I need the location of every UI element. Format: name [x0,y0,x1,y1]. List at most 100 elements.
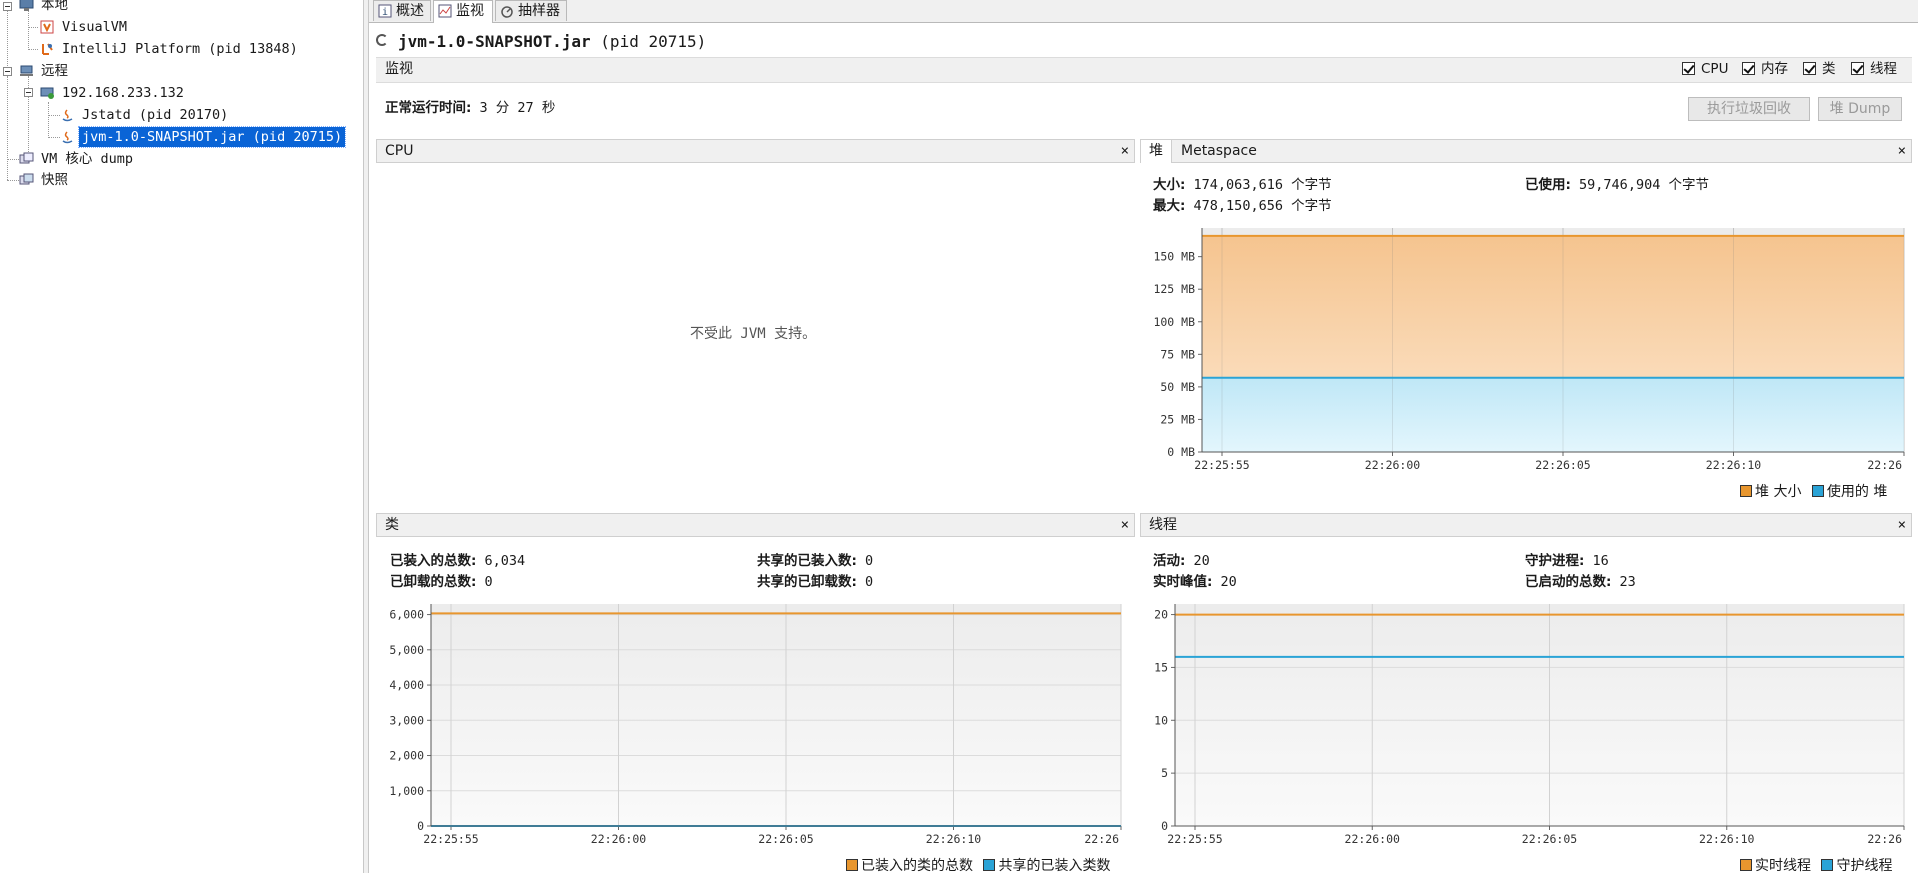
coredump-icon [19,152,34,164]
app-name: jvm-1.0-SNAPSHOT.jar [398,32,591,51]
tab-overview[interactable]: i 概述 [373,0,431,21]
svg-text:i: i [382,7,388,18]
tree-node-label: 192.168.233.132 [62,85,184,101]
tree-node-label: Jstatd (pid 20170) [82,107,229,123]
stat-value: 0 [865,553,874,569]
y-tick-label: 150 MB [1153,250,1195,264]
close-icon[interactable]: × [1121,514,1129,536]
y-tick-label: 2,000 [389,749,424,763]
classes-legend: 已装入的类的总数 共享的已装入类数 [840,857,1110,875]
stat-label: 守护进程: [1525,553,1585,569]
x-tick-label: 22:26:05 [758,832,813,846]
heap-max: 最大: 478,150,656 个字节 [1153,196,1332,216]
checkbox-cpu[interactable]: CPU [1682,61,1728,77]
tree-node-label: VM 核心 dump [41,151,134,167]
classes-chart: 0 1,000 2,000 3,000 4,000 5,000 6,000 22:25:55 2… [389,604,1122,846]
application-tree[interactable]: 本地 VisualVM IntelliJ Platform (pid 13848… [0,0,364,873]
collapse-icon[interactable] [24,88,33,97]
x-tick-label: 22:26 [1867,832,1902,846]
stat-label: 共享的已卸载数: [757,574,857,590]
tab-sampler[interactable]: 抽样器 [495,0,567,21]
java-icon [62,109,73,122]
checkbox-threads[interactable]: 线程 [1851,61,1897,77]
tree-node-label: jvm-1.0-SNAPSHOT.jar (pid 20715) [77,126,347,148]
checkbox-memory[interactable]: 内存 [1742,61,1788,77]
stat-label: 大小: [1153,177,1186,193]
stat-value: 16 [1592,553,1609,569]
y-tick-label: 4,000 [389,678,424,692]
check-icon [1851,62,1864,75]
tab-heap[interactable]: 堆 [1141,140,1172,163]
tab-metaspace[interactable]: Metaspace [1173,140,1265,163]
network-icon [20,65,33,76]
stat-label: 已装入的总数: [390,553,477,569]
checkbox-label: CPU [1701,61,1729,77]
heap-dump-button[interactable]: 堆 Dump [1818,97,1902,121]
plot-area [1175,604,1904,826]
stat-value: 23 [1619,574,1636,590]
heap-used: 已使用: 59,746,904 个字节 [1525,175,1709,195]
uptime-value: 3 分 27 秒 [479,100,556,116]
stat-label: 活动: [1153,553,1186,569]
perform-gc-button[interactable]: 执行垃圾回收 [1688,97,1810,121]
view-tabs [369,0,1918,23]
overview-icon: i [378,4,392,18]
x-tick-label: 22:26:05 [1535,458,1590,472]
stat-value: 174,063,616 个字节 [1193,177,1332,193]
stat-value: 20 [1193,553,1210,569]
panel-title: CPU [385,143,414,159]
uptime: 正常运行时间: 3 分 27 秒 [385,98,555,118]
classes-loaded: 已装入的总数: 6,034 [390,551,525,571]
stat-value: 6,034 [484,553,526,569]
tree-line [28,27,38,28]
series-area [1202,377,1904,452]
checkbox-classes[interactable]: 类 [1803,61,1836,77]
collapse-icon[interactable] [3,67,12,76]
stat-value: 20 [1220,574,1237,590]
tree-node-label: IntelliJ Platform (pid 13848) [62,41,298,57]
tree-line [7,10,8,72]
y-tick-label: 50 MB [1160,380,1195,394]
stat-label: 实时峰值: [1153,574,1213,590]
legend-swatch [846,859,858,871]
check-icon [1803,62,1816,75]
tree-node-label: 本地 [41,0,68,13]
tab-monitor[interactable]: 监视 [433,0,493,23]
classes-panel-header: 类 × [376,513,1135,537]
x-tick-label: 22:26 [1867,458,1902,472]
y-tick-label: 1,000 [389,784,424,798]
java-icon [62,131,73,144]
heap-panel-header: 堆 Metaspace × [1140,139,1912,163]
app-pid: (pid 20715) [600,32,707,51]
x-tick-label: 22:26:05 [1522,832,1577,846]
plot-area [431,604,1121,826]
stat-value: 59,746,904 个字节 [1579,177,1709,193]
y-tick-label: 10 [1154,713,1168,727]
check-icon [1682,62,1695,75]
stat-label: 已使用: [1525,177,1571,193]
x-tick-label: 22:25:55 [423,832,478,846]
collapse-icon[interactable] [3,2,12,11]
threads-chart: 0 5 10 15 20 22:25:55 22:26:00 22:26:05 22:26:10… [1154,604,1905,846]
threads-started: 已启动的总数: 23 [1525,572,1636,592]
classes-shared-unloaded: 共享的已卸载数: 0 [757,572,873,592]
panel-title: 类 [385,517,399,533]
stat-label: 共享的已装入数: [757,553,857,569]
y-tick-label: 125 MB [1153,282,1195,296]
tab-label: 监视 [456,3,484,19]
close-icon[interactable]: × [1121,140,1129,162]
close-icon[interactable]: × [1898,514,1906,536]
close-icon[interactable]: × [1898,140,1906,162]
tree-line [7,76,8,180]
legend-swatch [1811,485,1824,497]
stat-value: 478,150,656 个字节 [1193,198,1332,214]
heap-size: 大小: 174,063,616 个字节 [1153,175,1332,195]
stat-label: 最大: [1153,198,1186,214]
y-tick-label: 20 [1154,608,1168,622]
tree-node-label: VisualVM [62,19,128,35]
legend-swatch [983,859,996,871]
tree-node-label: 远程 [41,63,68,79]
threads-live: 活动: 20 [1153,551,1210,571]
legend-swatch [1740,859,1752,871]
legend-swatch [1740,485,1752,497]
